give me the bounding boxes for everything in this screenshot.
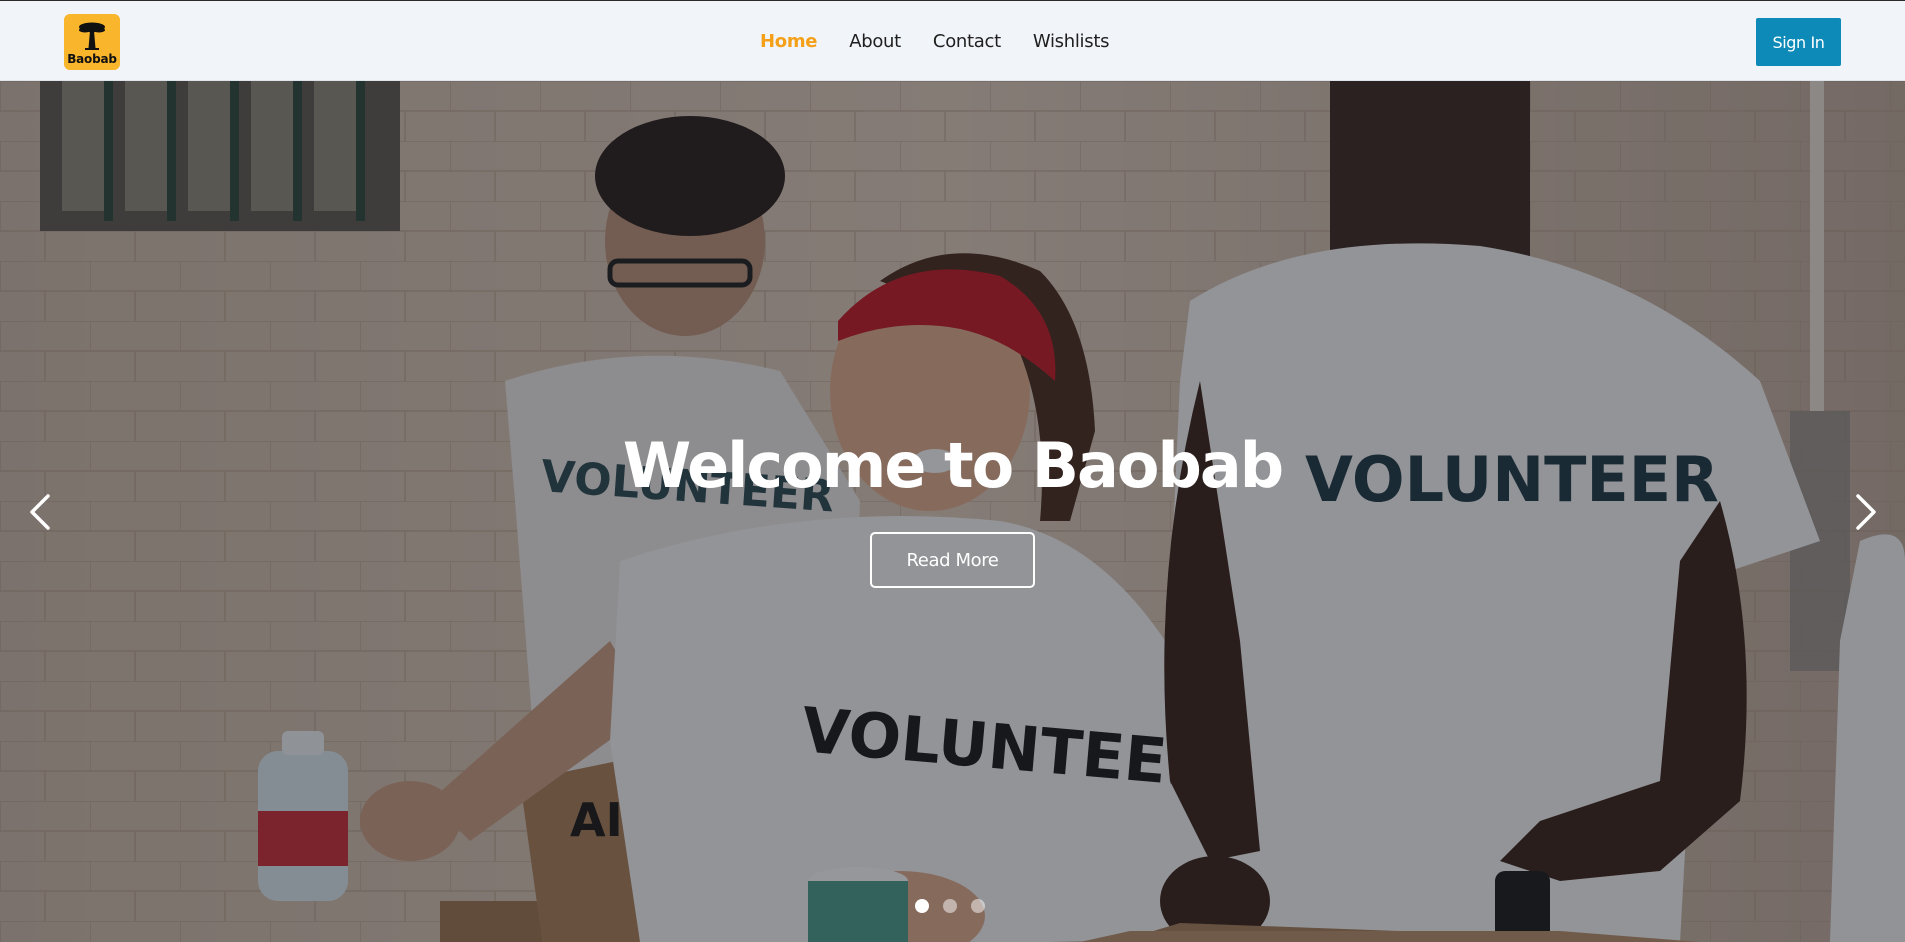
carousel-next-button[interactable] [1846, 486, 1886, 538]
carousel-indicator-3[interactable] [971, 899, 985, 913]
brand-name: Baobab [67, 52, 117, 66]
page: Baobab Home About Contact Wishlists Sign… [0, 0, 1905, 942]
hero-overlay [0, 81, 1905, 942]
navbar: Baobab Home About Contact Wishlists Sign… [0, 0, 1905, 81]
main-nav: Home About Contact Wishlists [760, 1, 1109, 82]
nav-wishlists[interactable]: Wishlists [1033, 31, 1110, 52]
brand-logo[interactable]: Baobab [64, 14, 120, 70]
nav-about[interactable]: About [849, 31, 901, 52]
sign-in-button[interactable]: Sign In [1756, 18, 1841, 66]
carousel-prev-button[interactable] [20, 486, 60, 538]
baobab-tree-icon [79, 22, 105, 50]
carousel-indicators [915, 899, 985, 913]
hero-carousel: VOLUNTEER AID VOLUNTEER VOLUNTEER Welcom… [0, 81, 1905, 942]
chevron-right-icon [1856, 494, 1876, 530]
read-more-button[interactable]: Read More [870, 532, 1035, 588]
carousel-indicator-1[interactable] [915, 899, 929, 913]
chevron-left-icon [30, 494, 50, 530]
carousel-indicator-2[interactable] [943, 899, 957, 913]
hero-title: Welcome to Baobab [622, 429, 1284, 502]
nav-contact[interactable]: Contact [933, 31, 1001, 52]
nav-home[interactable]: Home [760, 31, 818, 52]
